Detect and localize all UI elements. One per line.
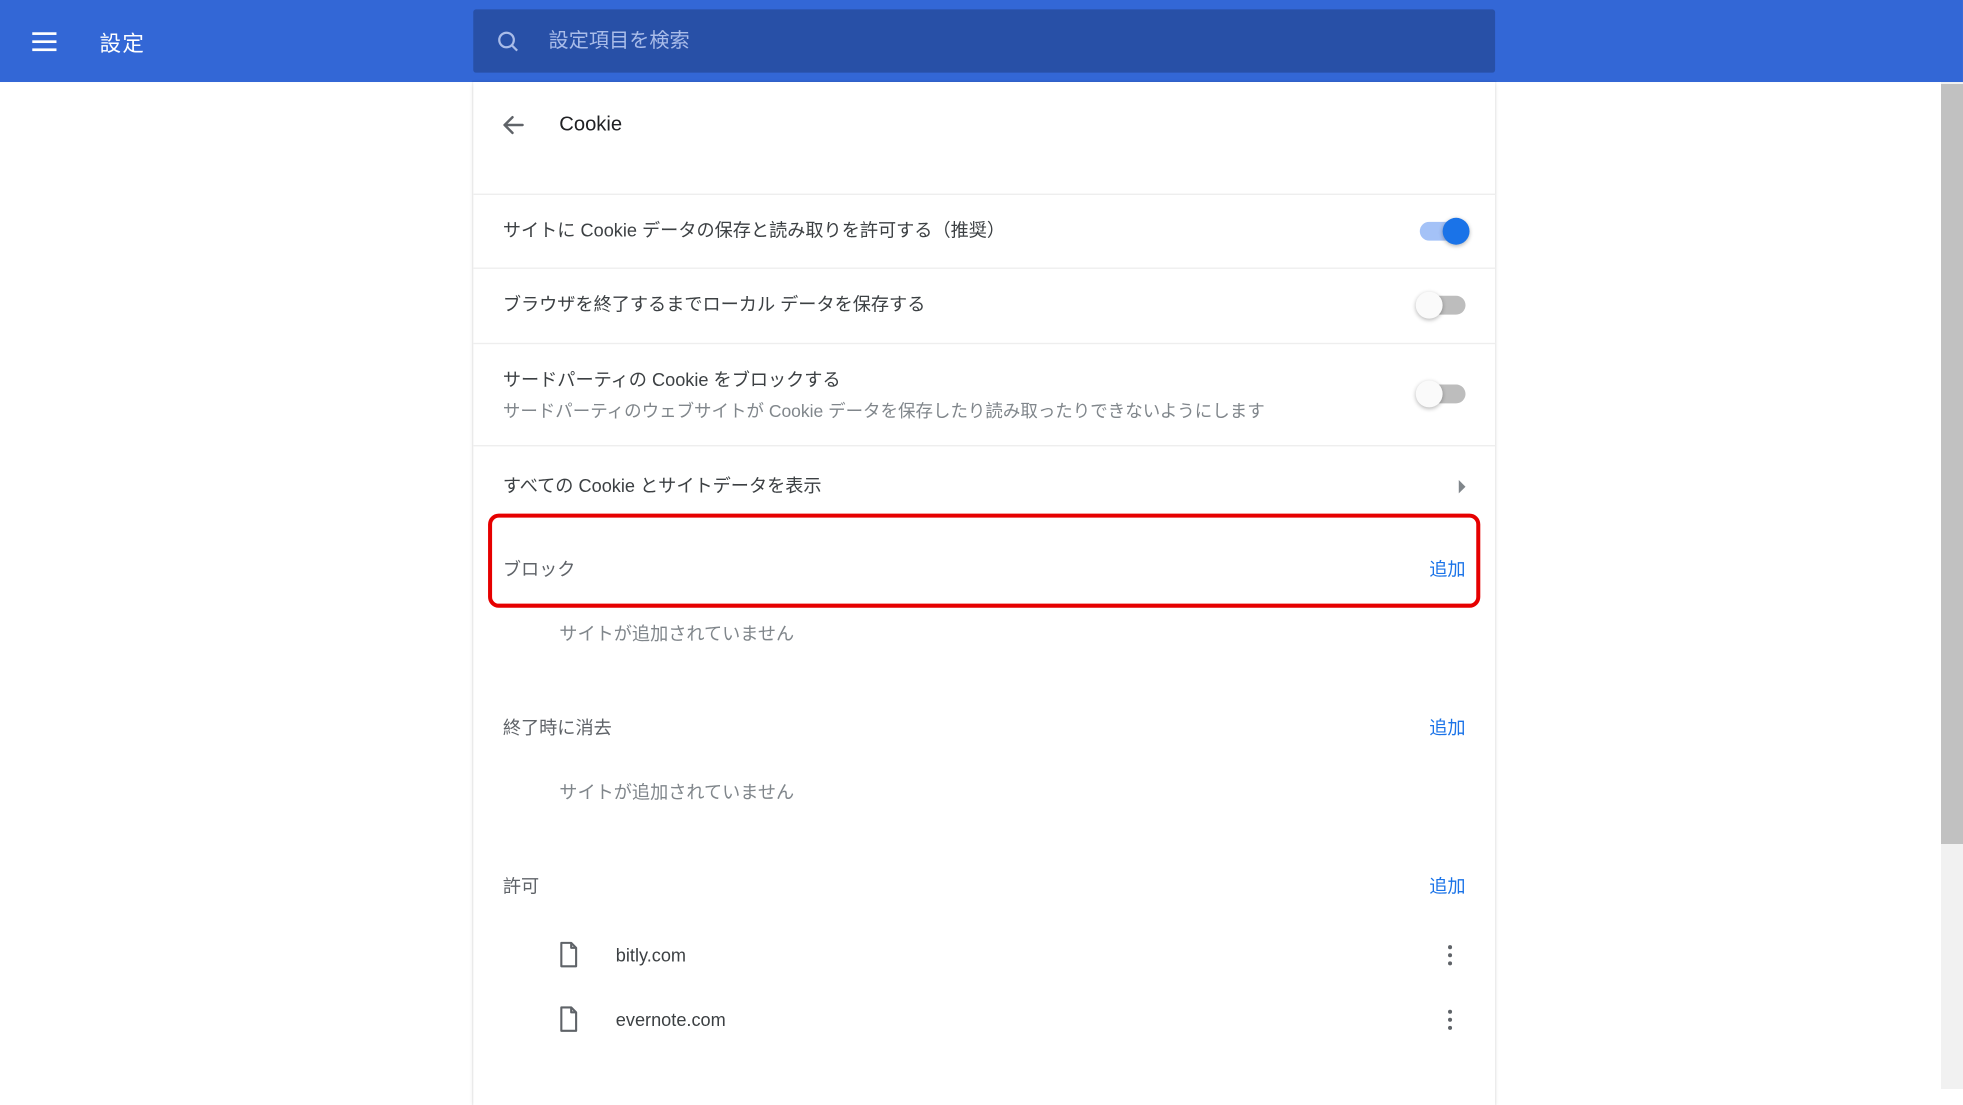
arrow-left-icon	[500, 111, 527, 138]
allow-site-item[interactable]: evernote.com	[503, 987, 1466, 1052]
toggle-keep-until-exit[interactable]	[1420, 296, 1466, 315]
top-bar: 設定	[0, 0, 1963, 82]
section-title-clear: 終了時に消去	[503, 713, 612, 740]
setting-label: ブラウザを終了するまでローカル データを保存する	[503, 292, 926, 319]
setting-sub: サードパーティのウェブサイトが Cookie データを保存したり読み取ったりでき…	[503, 396, 1265, 422]
site-label: evernote.com	[616, 1009, 1433, 1029]
menu-icon[interactable]	[32, 25, 64, 57]
file-icon	[554, 940, 584, 970]
more-button[interactable]	[1433, 1003, 1465, 1035]
block-empty-message: サイトが追加されていません	[503, 605, 1466, 686]
site-label: bitly.com	[616, 945, 1433, 965]
chevron-right-icon	[1459, 480, 1466, 493]
toggle-allow-cookies[interactable]	[1420, 222, 1466, 241]
back-button[interactable]	[497, 108, 529, 140]
view-all-cookies-link[interactable]: すべての Cookie とサイトデータを表示	[473, 445, 1495, 527]
link-label: すべての Cookie とサイトデータを表示	[503, 473, 822, 500]
setting-label: サードパーティの Cookie をブロックする	[503, 366, 1265, 393]
more-button[interactable]	[1433, 938, 1465, 970]
add-allow-button[interactable]: 追加	[1429, 871, 1465, 898]
page-title: Cookie	[559, 113, 622, 136]
search-box[interactable]	[473, 9, 1495, 72]
settings-card: Cookie サイトに Cookie データの保存と読み取りを許可する（推奨） …	[473, 82, 1495, 1105]
section-clear-on-exit: 終了時に消去 追加 サイトが追加されていません	[473, 686, 1495, 845]
allow-site-item[interactable]: bitly.com	[503, 922, 1466, 987]
setting-row-allow-cookies: サイトに Cookie データの保存と読み取りを許可する（推奨）	[473, 194, 1495, 268]
setting-label: サイトに Cookie データの保存と読み取りを許可する（推奨）	[503, 218, 1005, 245]
toggle-block-third-party[interactable]	[1420, 385, 1466, 404]
search-icon	[495, 28, 522, 55]
more-vertical-icon	[1447, 1007, 1451, 1031]
add-clear-button[interactable]: 追加	[1429, 713, 1465, 740]
add-block-button[interactable]: 追加	[1429, 554, 1465, 581]
section-title-allow: 許可	[503, 871, 539, 898]
file-icon	[554, 1004, 584, 1034]
search-input[interactable]	[549, 30, 1474, 53]
app-title: 設定	[99, 25, 145, 57]
section-title-block: ブロック	[503, 554, 576, 581]
clear-empty-message: サイトが追加されていません	[503, 764, 1466, 845]
setting-row-keep-until-exit: ブラウザを終了するまでローカル データを保存する	[473, 268, 1495, 342]
more-vertical-icon	[1447, 942, 1451, 966]
section-block: ブロック 追加 サイトが追加されていません	[473, 527, 1495, 686]
setting-row-block-third-party: サードパーティの Cookie をブロックする サードパーティのウェブサイトが …	[473, 342, 1495, 445]
section-allow: 許可 追加 bitly.com	[473, 844, 1495, 1051]
